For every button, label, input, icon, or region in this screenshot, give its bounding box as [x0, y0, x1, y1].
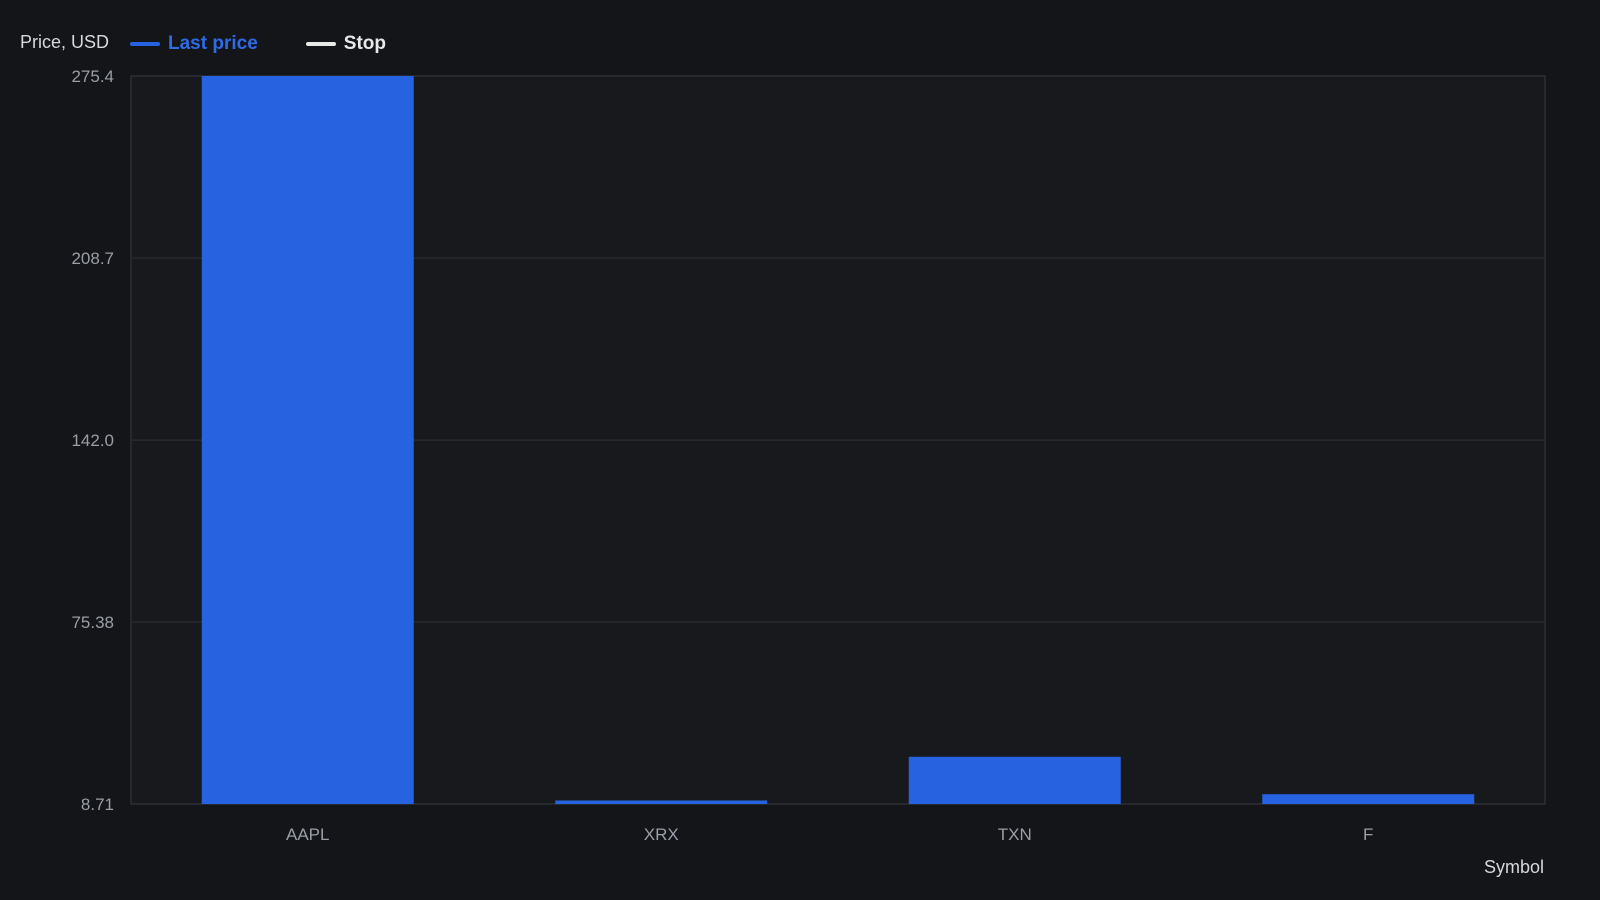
- bar-f: [1262, 794, 1475, 804]
- bar-txn: [908, 756, 1121, 804]
- y-tick-label: 275.4: [71, 67, 114, 86]
- x-axis-title: Symbol: [1483, 857, 1544, 877]
- chart-root: Price, USD Last price Stop 275.4 208.7 142…: [0, 0, 1600, 900]
- x-tick-label: AAPL: [286, 825, 329, 844]
- bar-aapl: [201, 76, 414, 804]
- y-tick-label: 8.71: [81, 795, 114, 814]
- y-tick-label: 75.38: [71, 613, 114, 632]
- x-tick-label: XRX: [644, 825, 679, 844]
- y-tick-label: 142.0: [71, 431, 114, 450]
- x-tick-label: F: [1363, 825, 1373, 844]
- x-tick-label: TXN: [998, 825, 1032, 844]
- y-tick-label: 208.7: [71, 249, 114, 268]
- plot-area: 275.4 208.7 142.0 75.38 8.71 AAPL XRX TXN F: [71, 67, 1546, 844]
- bar-xrx: [555, 800, 768, 804]
